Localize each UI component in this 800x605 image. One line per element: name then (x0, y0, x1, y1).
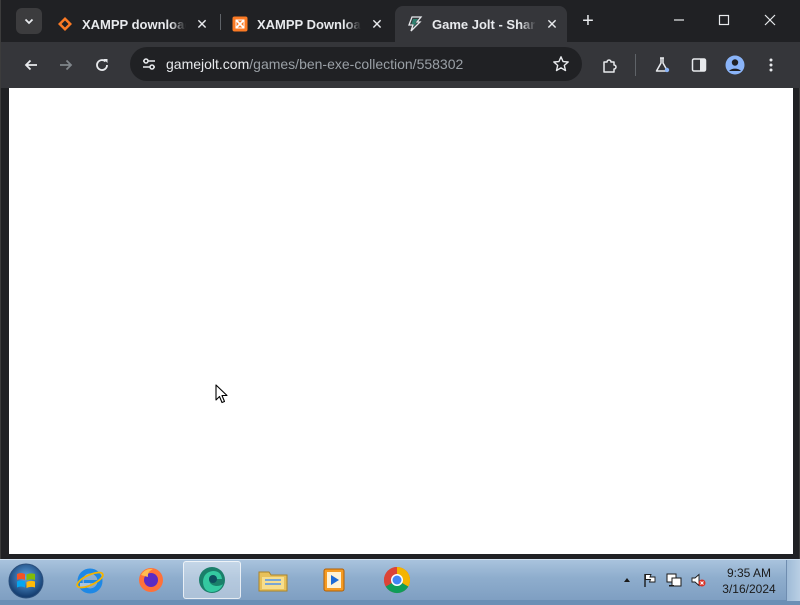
kebab-menu-icon (769, 58, 773, 72)
clock-date: 3/16/2024 (722, 582, 776, 596)
taskbar-firefox[interactable] (122, 561, 180, 599)
bookmark-button[interactable] (550, 53, 572, 75)
menu-button[interactable] (758, 52, 784, 78)
taskbar-file-explorer[interactable] (244, 561, 302, 599)
close-icon (764, 14, 776, 26)
maximize-icon (718, 14, 730, 26)
labs-button[interactable] (649, 52, 675, 78)
xampp-square-icon (232, 16, 248, 32)
clock-time: 9:35 AM (726, 566, 772, 580)
windows-start-orb-icon (8, 563, 44, 599)
media-player-icon (323, 568, 345, 592)
tab-title: XAMPP Download (257, 16, 361, 32)
network-icon (666, 573, 682, 587)
xampp-orange-diamond-icon (57, 16, 73, 32)
maximize-button[interactable] (701, 0, 747, 40)
toolbar-separator (635, 54, 636, 76)
browser-window: XAMPP download | ✕ XAMPP Download ✕ Game… (0, 0, 800, 559)
tab-title: XAMPP download | (82, 16, 186, 32)
address-bar[interactable]: gamejolt.com/games/ben-exe-collection/55… (130, 47, 582, 81)
taskbar-internet-explorer[interactable] (61, 561, 119, 599)
close-tab-icon[interactable]: ✕ (543, 15, 561, 33)
taskbar-edge[interactable] (183, 561, 241, 599)
tray-action-center[interactable] (642, 572, 658, 588)
url-path: /games/ben-exe-collection/558302 (249, 56, 464, 72)
close-tab-icon[interactable]: ✕ (193, 15, 211, 33)
tray-overflow-button[interactable] (619, 572, 635, 588)
chrome-icon (383, 566, 411, 594)
arrow-left-icon (24, 59, 37, 71)
reload-icon (96, 59, 108, 71)
puzzle-icon (603, 59, 617, 73)
flag-icon (644, 574, 656, 587)
side-panel-button[interactable] (686, 52, 712, 78)
show-desktop-button[interactable] (786, 560, 800, 601)
arrow-right-icon (60, 59, 73, 71)
url-host: gamejolt.com (166, 56, 250, 72)
internet-explorer-icon (76, 568, 104, 594)
url-text[interactable]: gamejolt.com/games/ben-exe-collection/55… (166, 56, 463, 72)
avatar-icon (725, 55, 745, 75)
profile-button[interactable] (722, 52, 748, 78)
tab-strip: XAMPP download | ✕ XAMPP Download ✕ Game… (1, 0, 800, 42)
page-content (9, 88, 793, 554)
tab-search-button[interactable] (16, 8, 42, 34)
mouse-cursor-icon (215, 384, 228, 404)
tray-volume[interactable] (690, 572, 706, 588)
system-clock[interactable]: 9:35 AM 3/16/2024 (712, 565, 786, 597)
gamejolt-bolt-icon (407, 16, 423, 32)
windows-taskbar: 9:35 AM 3/16/2024 (0, 559, 800, 601)
chevron-up-icon (624, 578, 630, 582)
tray-network[interactable] (666, 572, 682, 588)
reload-button[interactable] (89, 52, 115, 78)
minimize-button[interactable] (656, 0, 702, 40)
tune-icon (143, 58, 155, 70)
back-button[interactable] (18, 52, 44, 78)
taskbar-chrome[interactable] (368, 561, 426, 599)
flask-icon (655, 57, 670, 73)
tab-title: Game Jolt - Share y (432, 16, 536, 32)
close-tab-icon[interactable]: ✕ (368, 15, 386, 33)
start-button[interactable] (7, 562, 45, 600)
chevron-down-icon (24, 18, 34, 25)
close-window-button[interactable] (747, 0, 793, 40)
minimize-icon (674, 19, 684, 21)
extensions-button[interactable] (597, 52, 623, 78)
tab-game-jolt[interactable]: Game Jolt - Share y ✕ (395, 6, 567, 42)
forward-button[interactable] (53, 52, 79, 78)
browser-toolbar: gamejolt.com/games/ben-exe-collection/55… (1, 42, 800, 88)
tab-xampp-download-2[interactable]: XAMPP Download ✕ (220, 6, 392, 42)
new-tab-button[interactable]: + (577, 10, 599, 32)
taskbar-media-player[interactable] (305, 561, 363, 599)
site-info-button[interactable] (137, 52, 161, 76)
file-explorer-icon (258, 571, 288, 592)
tab-xampp-download-1[interactable]: XAMPP download | ✕ (45, 6, 217, 42)
firefox-icon (139, 568, 163, 592)
side-panel-icon (691, 58, 707, 72)
edge-icon (199, 567, 225, 593)
volume-muted-icon (691, 573, 706, 587)
star-icon (553, 56, 569, 72)
